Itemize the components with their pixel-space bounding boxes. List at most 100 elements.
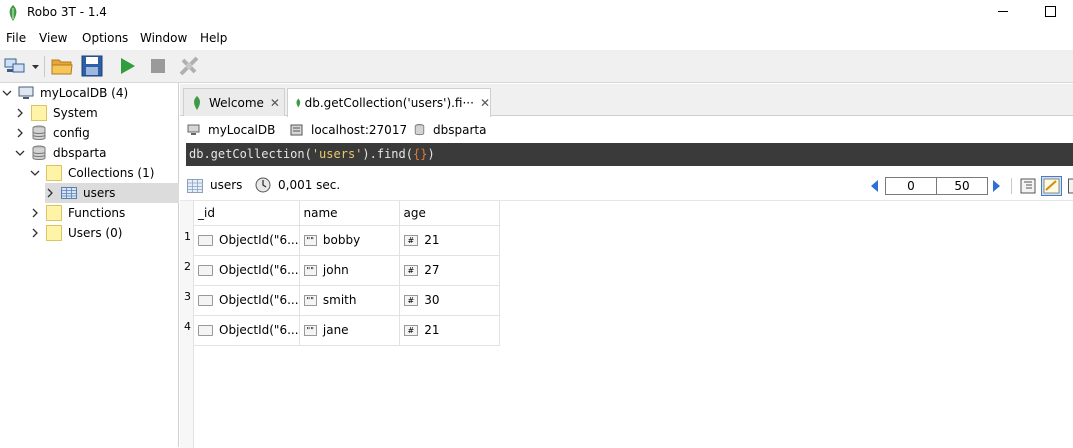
collection-table-icon [61,185,77,201]
page-next-icon[interactable] [992,180,1000,192]
connection-host-label: localhost:27017 [311,123,407,137]
tree-item-dbsparta[interactable]: dbsparta [15,143,106,163]
chevron-right-icon[interactable] [45,188,55,198]
execute-icon[interactable] [116,55,138,77]
toolbar [0,50,1073,83]
text-view-icon[interactable] [1068,177,1073,195]
menu-file[interactable]: File [6,31,26,45]
query-mid: ).find( [362,147,413,161]
save-icon[interactable] [81,55,103,77]
name-cell[interactable]: "" jane [299,315,399,345]
column-header-id[interactable]: _id [194,201,299,225]
id-cell[interactable]: ObjectId("6... [194,315,299,345]
id-cell[interactable]: ObjectId("6... [194,225,299,255]
age-cell[interactable]: #21 [399,225,499,255]
stop-icon[interactable] [147,55,169,77]
folder-icon [46,225,62,241]
tab-query[interactable]: db.getCollection('users').fi··· ✕ [287,88,491,117]
object-type-icon [198,265,213,276]
tree-item-users-folder[interactable]: Users (0) [30,223,122,243]
menu-view[interactable]: View [39,31,67,45]
table-view-icon[interactable] [1041,176,1062,196]
menu-options[interactable]: Options [82,31,128,45]
tree-item-functions[interactable]: Functions [30,203,125,223]
close-icon[interactable]: ✕ [480,96,490,110]
table-row[interactable]: ObjectId("6... ""john #27 [194,255,499,285]
int-type-icon: # [404,235,419,246]
string-type-icon: "" [304,325,317,336]
chevron-right-icon[interactable] [30,228,40,238]
tree-item-users-collection[interactable]: users [45,183,115,203]
chevron-down-icon[interactable] [15,148,25,158]
robo3t-logo-icon [7,5,19,21]
row-number: 2 [184,260,191,273]
cell-value: ObjectId("6... [219,323,299,337]
cell-value: 21 [424,323,439,337]
minimize-button[interactable] [998,11,1008,12]
query-string-arg: 'users' [312,147,363,161]
tab-bar: Welcome ✕ db.getCollection('users').fi··… [180,84,1073,116]
chevron-down-icon[interactable] [30,168,40,178]
query-braces: {} [413,147,427,161]
server-icon [18,85,34,101]
open-folder-icon[interactable] [51,55,73,77]
maximize-button[interactable] [1045,6,1056,17]
query-time-label: 0,001 sec. [278,178,340,192]
cell-value: jane [323,323,349,337]
int-type-icon: # [404,325,419,336]
cell-value: smith [323,293,357,307]
chevron-down-icon[interactable] [2,88,12,98]
connection-server-label: myLocalDB [208,123,275,137]
page-size-input[interactable]: 50 [936,177,988,195]
cell-value: ObjectId("6... [219,263,299,277]
age-cell[interactable]: #30 [399,285,499,315]
chevron-right-icon[interactable] [30,208,40,218]
connect-dropdown-icon[interactable] [32,65,39,69]
column-header-age[interactable]: age [399,201,499,225]
tree-label: System [53,106,98,120]
window-title: Robo 3T - 1.4 [27,5,107,19]
tab-welcome[interactable]: Welcome ✕ [183,88,285,116]
table-row[interactable]: ObjectId("6... ""bobby #21 [194,225,499,255]
chevron-right-icon[interactable] [15,108,25,118]
connect-icon[interactable] [4,55,26,77]
folder-icon [46,165,62,181]
tree-label: Users (0) [68,226,122,240]
close-icon[interactable]: ✕ [270,96,280,110]
server-icon [187,124,200,136]
results-collection-name: users [210,178,242,192]
page-prev-icon[interactable] [871,180,879,192]
explorer-tree: myLocalDB (4) System config dbsparta Col… [0,83,179,447]
collection-table-icon [187,179,203,193]
row-number: 1 [184,230,191,243]
age-cell[interactable]: #27 [399,255,499,285]
tree-item-mylocaldb[interactable]: myLocalDB (4) [2,83,128,103]
tree-item-config[interactable]: config [15,123,90,143]
tree-item-collections[interactable]: Collections (1) [30,163,154,183]
age-cell[interactable]: #21 [399,315,499,345]
table-row[interactable]: ObjectId("6... "" jane #21 [194,315,499,345]
query-editor[interactable]: db.getCollection('users').find({}) [186,143,1073,166]
tab-label: Welcome [209,96,264,110]
name-cell[interactable]: ""smith [299,285,399,315]
table-row[interactable]: ObjectId("6... ""smith #30 [194,285,499,315]
format-icon[interactable] [178,55,200,77]
name-cell[interactable]: ""john [299,255,399,285]
column-header-name[interactable]: name [299,201,399,225]
row-number: 4 [184,320,191,333]
menu-window[interactable]: Window [140,31,187,45]
name-cell[interactable]: ""bobby [299,225,399,255]
page-start-input[interactable]: 0 [885,177,937,195]
results-table: _id name age ObjectId("6... ""bobby #21 … [194,201,500,346]
object-type-icon [198,295,213,306]
object-type-icon [198,325,213,336]
id-cell[interactable]: ObjectId("6... [194,285,299,315]
results-divider [1011,178,1012,194]
chevron-right-icon[interactable] [15,128,25,138]
connection-database-label: dbsparta [433,123,486,137]
cell-value: 30 [424,293,439,307]
tree-item-system[interactable]: System [15,103,98,123]
menu-help[interactable]: Help [200,31,227,45]
id-cell[interactable]: ObjectId("6... [194,255,299,285]
tree-view-icon[interactable] [1019,177,1037,195]
